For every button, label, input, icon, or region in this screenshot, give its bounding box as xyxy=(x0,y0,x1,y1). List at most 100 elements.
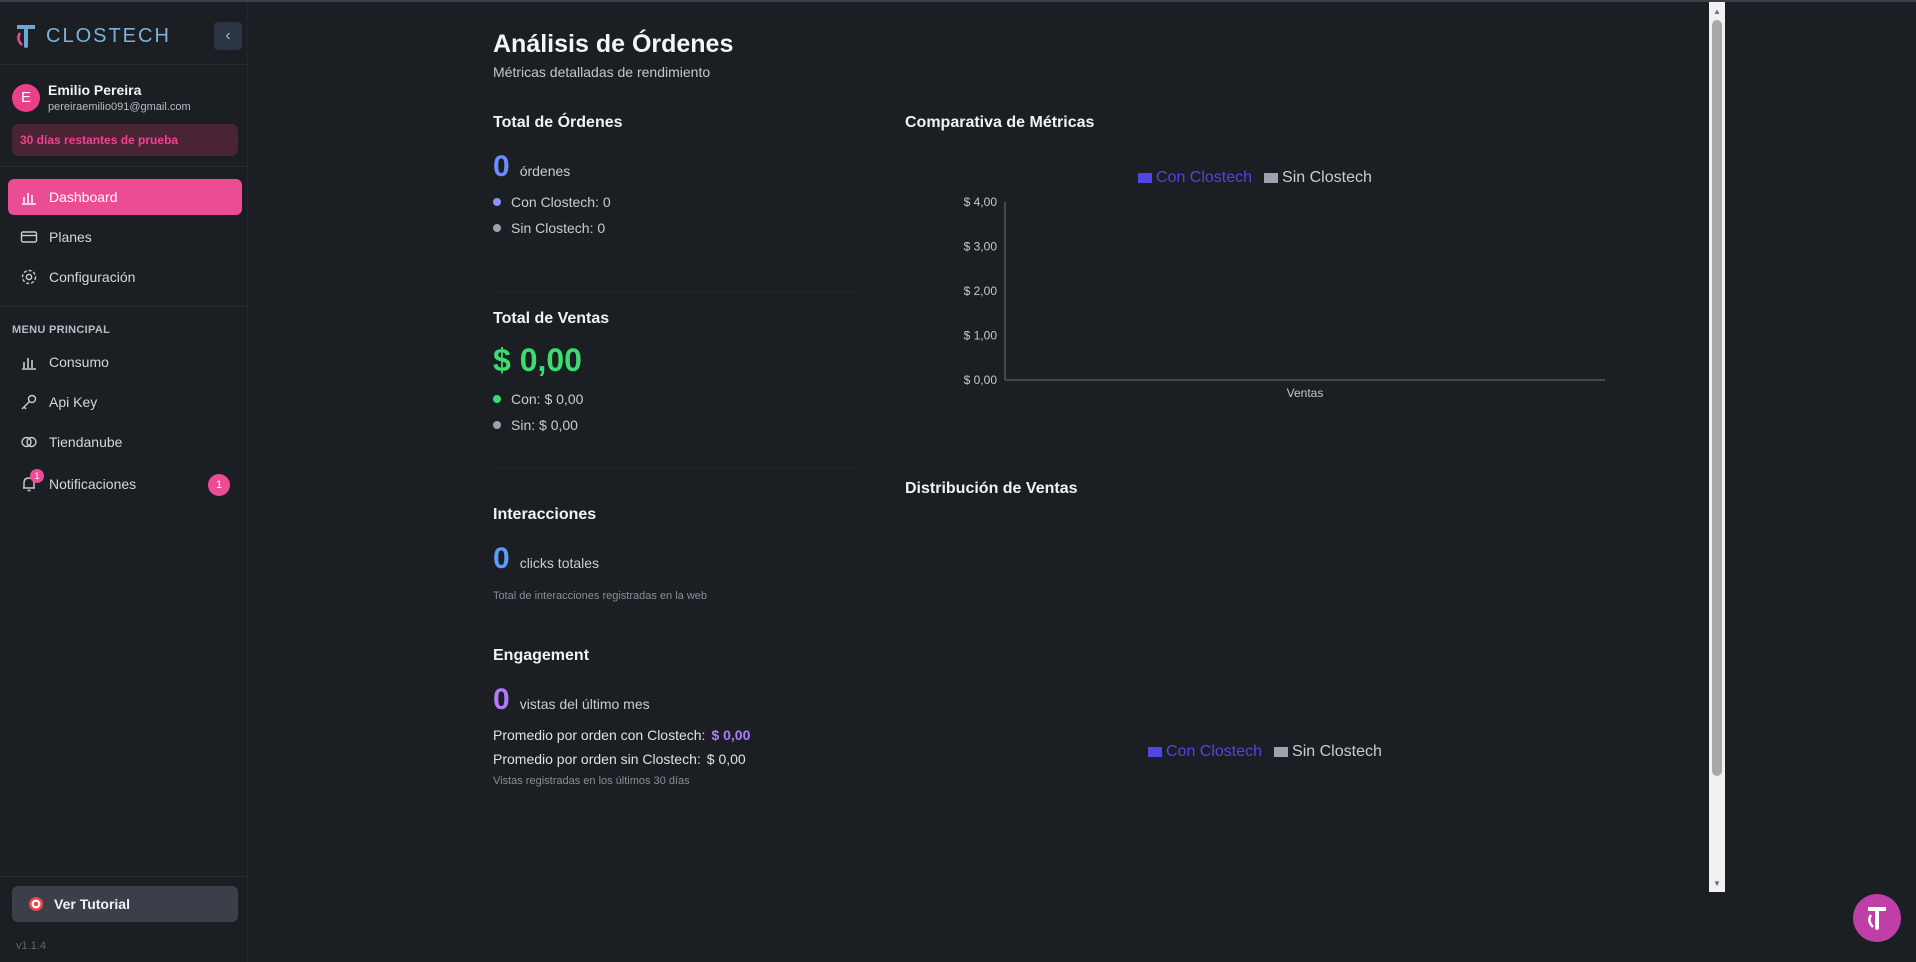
legend-swatch xyxy=(1274,747,1289,757)
legend-label: Con Clostech xyxy=(1156,169,1253,186)
engagement-sin-value: $ 0,00 xyxy=(706,751,746,767)
collapse-sidebar-button[interactable]: ‹ xyxy=(214,22,242,50)
legend-label: Sin Clostech xyxy=(1292,743,1382,760)
target-icon xyxy=(29,897,43,911)
scrollbar-thumb[interactable] xyxy=(1712,20,1722,776)
card-title: Total de Órdenes xyxy=(493,114,623,131)
scroll-up-arrow-icon[interactable]: ▲ xyxy=(1709,4,1725,18)
page-title: Análisis de Órdenes xyxy=(493,30,734,58)
bar-chart: $ 0,00 $ 1,00 $ 2,00 $ 3,00 $ 4,00 Ventas xyxy=(964,195,1605,400)
legend-item[interactable]: Con Clostech xyxy=(1138,169,1252,187)
legend-item[interactable]: Con Clostech xyxy=(1148,743,1262,761)
total-ordenes-card: Total de Órdenes 0 órdenes Con Clostech:… xyxy=(493,114,855,236)
clostech-logo-icon xyxy=(17,25,35,48)
brand-name: CLOSTECH xyxy=(46,24,171,47)
legend-swatch xyxy=(1148,747,1162,757)
credit-card-icon xyxy=(20,228,38,246)
page-subtitle: Métricas detalladas de rendimiento xyxy=(493,64,711,80)
ordenes-value: 0 xyxy=(493,150,510,183)
tutorial-label: Ver Tutorial xyxy=(54,896,130,912)
engagement-con-value: $ 0,00 xyxy=(711,727,751,743)
sidebar-item-label: Dashboard xyxy=(49,189,118,205)
chat-fab-button[interactable] xyxy=(1853,894,1901,942)
card-title: Engagement xyxy=(493,647,590,664)
interacciones-card: Interacciones 0 clicks totales Total de … xyxy=(493,506,855,602)
engagement-unit: vistas del último mes xyxy=(519,696,650,712)
ventas-con-line: Con: $ 0,00 xyxy=(493,391,855,407)
interacciones-value: 0 xyxy=(493,542,510,575)
pie-chart-title: Distribución de Ventas xyxy=(905,480,1078,497)
top-border xyxy=(0,0,1916,2)
legend-label: Sin Clostech xyxy=(1282,169,1372,186)
sidebar-item-consumo[interactable]: Consumo xyxy=(8,344,242,380)
sin-dot-icon xyxy=(493,224,501,232)
engagement-con-line: Promedio por orden con Clostech: $ 0,00 xyxy=(493,727,855,743)
legend-item[interactable]: Sin Clostech xyxy=(1264,169,1372,187)
bell-icon: 1 xyxy=(20,469,44,493)
notification-count-badge: 1 xyxy=(208,474,230,496)
con-dot-icon xyxy=(493,198,501,206)
legend-swatch xyxy=(1264,173,1279,183)
ordenes-sin-line: Sin Clostech: 0 xyxy=(493,220,855,236)
card-title: Total de Ventas xyxy=(493,310,610,327)
key-icon xyxy=(20,393,38,411)
sidebar-item-label: Tiendanube xyxy=(49,434,123,450)
ventas-con: Con: $ 0,00 xyxy=(511,391,584,407)
tutorial-button[interactable]: Ver Tutorial xyxy=(12,886,238,922)
bar-chart-icon xyxy=(20,188,38,206)
divider xyxy=(0,306,248,307)
engagement-note: Vistas registradas en los últimos 30 día… xyxy=(493,775,690,787)
y-tick-label: $ 4,00 xyxy=(964,195,998,209)
engagement-con-label: Promedio por orden con Clostech: xyxy=(493,727,706,743)
divider xyxy=(0,64,248,65)
chevron-left-icon: ‹ xyxy=(225,27,231,44)
section-title: MENU PRINCIPAL xyxy=(12,324,111,336)
user-profile[interactable]: E Emilio Pereira pereiraemilio091@gmail.… xyxy=(12,82,191,113)
sidebar-item-notificaciones[interactable]: 1 Notificaciones 1 xyxy=(8,466,242,502)
sidebar-item-tiendanube[interactable]: Tiendanube xyxy=(8,424,242,460)
x-tick-label: Ventas xyxy=(1287,386,1324,400)
interacciones-unit: clicks totales xyxy=(519,555,600,571)
scroll-down-arrow-icon[interactable]: ▼ xyxy=(1709,876,1725,890)
engagement-sin-line: Promedio por orden sin Clostech: $ 0,00 xyxy=(493,751,855,767)
ordenes-sin: Sin Clostech: 0 xyxy=(511,220,606,236)
card-title: Interacciones xyxy=(493,506,597,523)
engagement-sin-label: Promedio por orden sin Clostech: xyxy=(493,751,701,767)
clostech-logo-icon xyxy=(1868,907,1886,930)
total-ventas-card: Total de Ventas $ 0,00 Con: $ 0,00 Sin: … xyxy=(493,310,855,433)
y-tick-label: $ 3,00 xyxy=(964,240,998,254)
version-label: v1.1.4 xyxy=(16,940,46,952)
y-tick-label: $ 0,00 xyxy=(964,373,998,387)
bell-badge: 1 xyxy=(30,469,44,483)
legend-label: Con Clostech xyxy=(1166,743,1263,760)
avatar: E xyxy=(12,83,40,112)
sidebar-item-configuracion[interactable]: Configuración xyxy=(8,259,242,295)
sidebar-item-label: Planes xyxy=(49,229,92,245)
ordenes-con-line: Con Clostech: 0 xyxy=(493,194,855,210)
brand[interactable]: CLOSTECH xyxy=(14,20,171,52)
sidebar-item-label: Api Key xyxy=(49,394,98,410)
gear-icon xyxy=(20,268,38,286)
sidebar-item-dashboard[interactable]: Dashboard xyxy=(8,179,242,215)
sidebar-item-planes[interactable]: Planes xyxy=(8,219,242,255)
y-tick-label: $ 2,00 xyxy=(964,284,998,298)
ventas-value: $ 0,00 xyxy=(493,342,582,378)
interacciones-note: Total de interacciones registradas en la… xyxy=(493,590,708,602)
legend-item[interactable]: Sin Clostech xyxy=(1274,743,1382,761)
trial-badge: 30 días restantes de prueba xyxy=(12,124,238,156)
bar-chart-icon xyxy=(20,353,38,371)
divider xyxy=(0,876,248,877)
sidebar-item-label: Configuración xyxy=(49,269,136,285)
engagement-card: Engagement 0 vistas del último mes Prome… xyxy=(493,647,855,787)
card-separator xyxy=(493,468,855,469)
ordenes-con: Con Clostech: 0 xyxy=(511,194,611,210)
scrollbar[interactable]: ▲ ▼ xyxy=(1709,2,1725,892)
con-dot-icon xyxy=(493,395,501,403)
sidebar-item-api-key[interactable]: Api Key xyxy=(8,384,242,420)
bar-chart-title: Comparativa de Métricas xyxy=(905,114,1095,131)
sidebar-item-label: Notificaciones xyxy=(49,476,137,492)
engagement-value: 0 xyxy=(493,683,510,716)
cloud-icon xyxy=(20,433,38,451)
ventas-sin-line: Sin: $ 0,00 xyxy=(493,417,855,433)
divider xyxy=(0,166,248,167)
